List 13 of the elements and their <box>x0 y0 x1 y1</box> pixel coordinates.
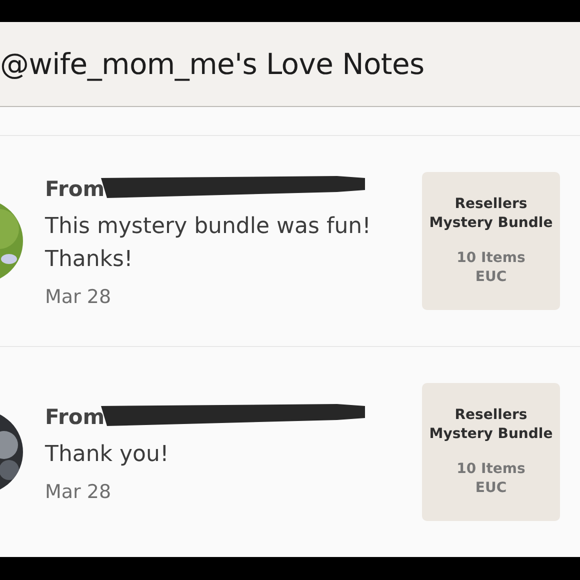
product-details: 10 Items EUC <box>456 460 526 498</box>
sender-label: From <box>45 177 105 201</box>
product-title: Resellers Mystery Bundle <box>428 406 554 444</box>
product-thumbnail[interactable]: Resellers Mystery Bundle 10 Items EUC <box>422 172 560 310</box>
note-date: Mar 28 <box>45 480 112 502</box>
sender-label: From <box>45 404 105 428</box>
note-date: Mar 28 <box>45 286 112 308</box>
product-details: 10 Items EUC <box>456 249 526 287</box>
page-title: @wife_mom_me's Love Notes <box>0 47 424 81</box>
product-title: Resellers Mystery Bundle <box>428 195 554 233</box>
note-message: Thank you! <box>45 440 170 468</box>
product-thumbnail[interactable]: Resellers Mystery Bundle 10 Items EUC <box>422 383 560 521</box>
note-message: This mystery bundle was fun! Thanks! <box>45 213 372 274</box>
